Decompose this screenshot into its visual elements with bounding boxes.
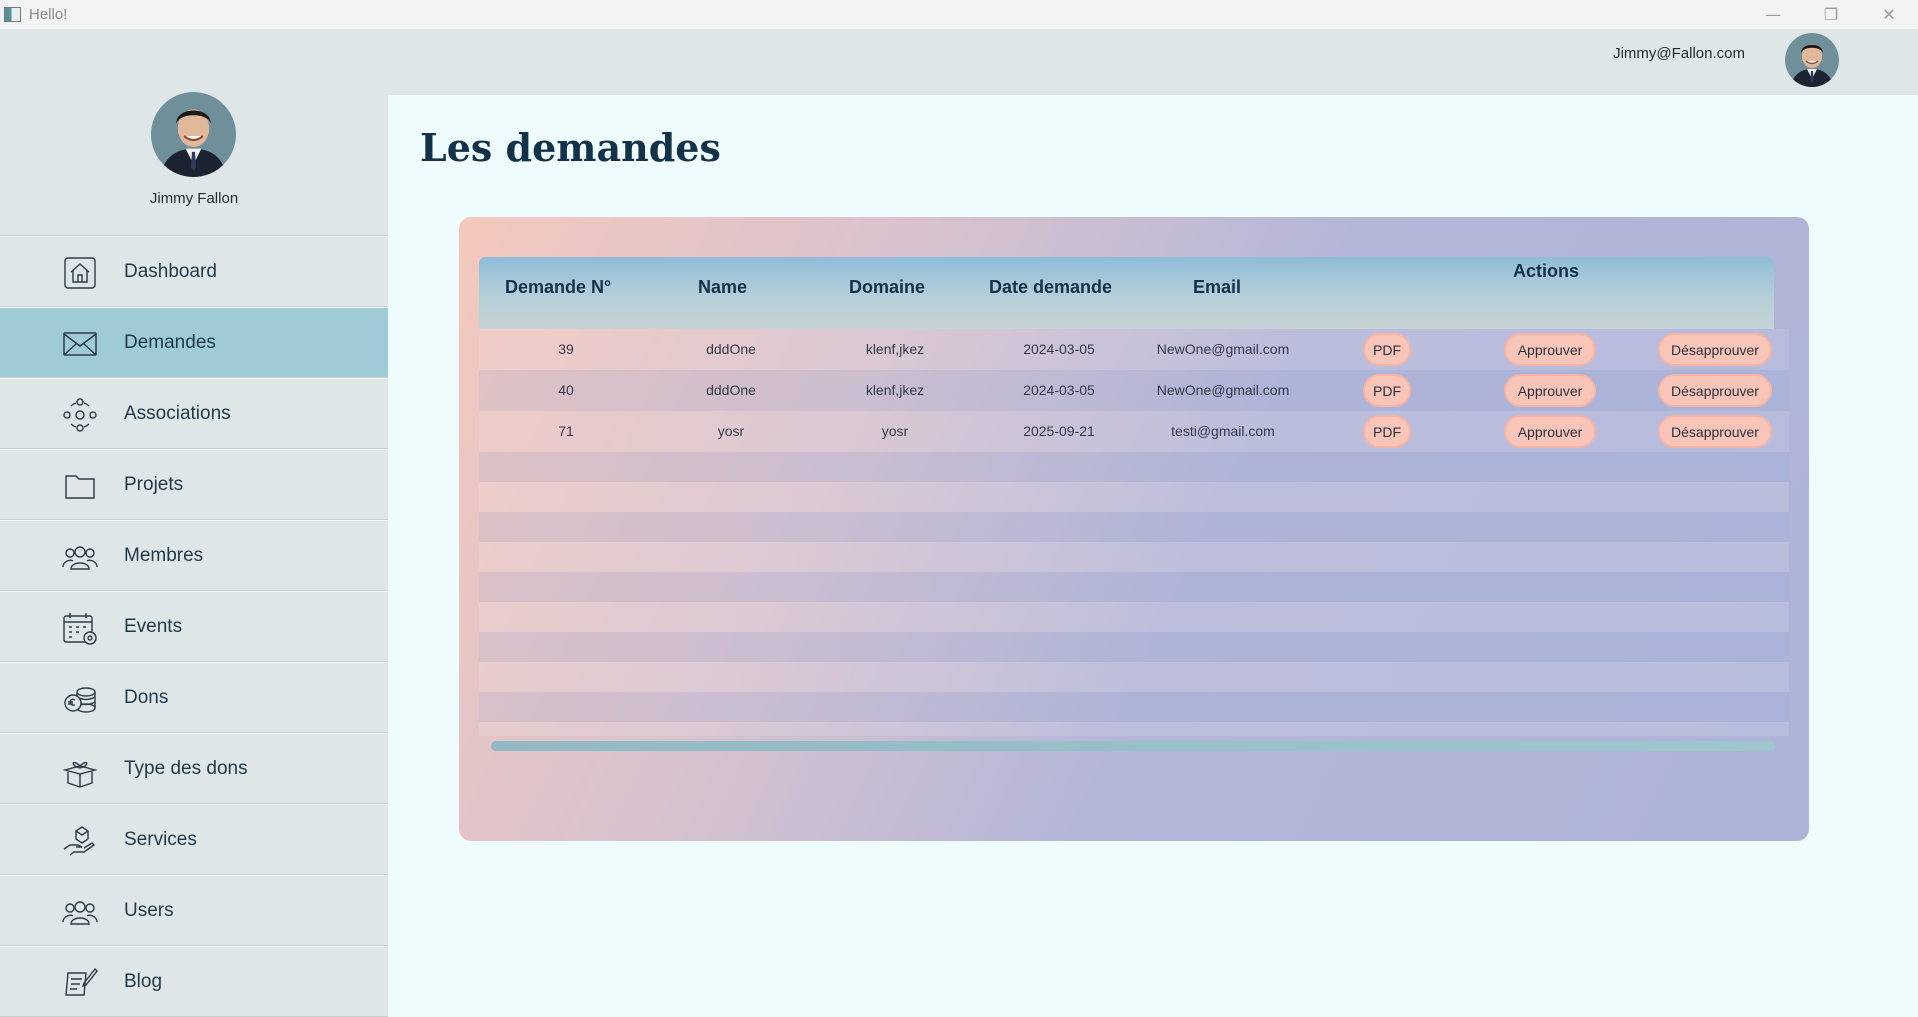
home-icon	[62, 255, 98, 291]
column-header-domain: Domaine	[849, 277, 926, 297]
sidebar-item-type-des-dons[interactable]: Type des dons	[0, 733, 388, 804]
sidebar-item-blog[interactable]: Blog	[0, 946, 388, 1017]
cell-name: dddOne	[706, 341, 756, 357]
profile-section: Jimmy Fallon	[0, 92, 388, 236]
main-content: Les demandes Demande N° Name Domaine Dat…	[388, 95, 1918, 1017]
coins-icon	[62, 681, 98, 717]
folder-icon	[62, 468, 98, 504]
empty-row	[479, 452, 1789, 482]
sidebar-item-membres[interactable]: Membres	[0, 520, 388, 591]
close-icon[interactable]: ✕	[1860, 0, 1918, 29]
cell-number: 71	[558, 423, 574, 439]
calendar-icon	[62, 610, 98, 646]
cell-domain: klenf,jkez	[865, 382, 925, 398]
minimize-icon[interactable]: —	[1744, 0, 1802, 29]
cell-number: 39	[558, 341, 574, 357]
sidebar-item-label: Events	[124, 615, 183, 637]
empty-row	[479, 572, 1789, 602]
column-header-name: Name	[698, 277, 748, 297]
user-email: Jimmy@Fallon.com	[1613, 45, 1745, 62]
page-title: Les demandes	[420, 125, 721, 170]
table-row: 40 dddOne klenf,jkez 2024-03-05 NewOne@g…	[479, 370, 1789, 411]
reject-button[interactable]: Désapprouver	[1658, 415, 1772, 448]
avatar[interactable]	[1785, 33, 1839, 87]
table-header: Demande N° Name Domaine Date demande Ema…	[479, 257, 1774, 329]
sidebar-item-services[interactable]: Services	[0, 804, 388, 875]
cell-email: NewOne@gmail.com	[1156, 382, 1290, 398]
cell-domain: yosr	[881, 423, 909, 439]
app-icon	[4, 7, 21, 22]
empty-row	[479, 512, 1789, 542]
window-title: Hello!	[29, 6, 68, 23]
sidebar-item-users[interactable]: Users	[0, 875, 388, 946]
sidebar-item-label: Associations	[124, 402, 231, 424]
cell-domain: klenf,jkez	[865, 341, 925, 357]
blog-icon	[62, 965, 98, 1001]
sidebar-item-label: Services	[124, 828, 197, 850]
hand-service-icon	[62, 823, 98, 859]
cell-date: 2025-09-21	[1023, 423, 1095, 439]
sidebar-item-label: Demandes	[124, 331, 216, 353]
cell-name: yosr	[717, 423, 745, 439]
group-icon	[62, 539, 98, 575]
cell-date: 2024-03-05	[1023, 341, 1095, 357]
sidebar-item-label: Dons	[124, 686, 169, 708]
sidebar-item-projets[interactable]: Projets	[0, 449, 388, 520]
pdf-button[interactable]: PDF	[1363, 374, 1411, 407]
empty-row	[479, 662, 1789, 692]
approve-button[interactable]: Approuver	[1504, 415, 1596, 448]
window-titlebar: Hello! — ❐ ✕	[0, 0, 1918, 29]
column-header-date: Date demande	[989, 277, 1113, 297]
pdf-button[interactable]: PDF	[1363, 415, 1411, 448]
restore-icon[interactable]: ❐	[1802, 0, 1860, 29]
network-icon	[62, 397, 98, 433]
sidebar: Jimmy Fallon Dashboard Demandes Associat…	[0, 92, 388, 1017]
column-header-email: Email	[1193, 277, 1242, 297]
sidebar-item-label: Type des dons	[124, 757, 248, 779]
column-header-actions: Actions	[1513, 261, 1580, 281]
empty-row	[479, 722, 1789, 736]
cell-number: 40	[558, 382, 574, 398]
mail-icon	[62, 326, 98, 362]
reject-button[interactable]: Désapprouver	[1658, 333, 1772, 366]
table-row: 71 yosr yosr 2025-09-21 testi@gmail.com …	[479, 411, 1789, 452]
sidebar-item-label: Users	[124, 899, 174, 921]
cell-email: NewOne@gmail.com	[1156, 341, 1290, 357]
top-header: Jimmy@Fallon.com	[0, 29, 1918, 95]
table-row: 39 dddOne klenf,jkez 2024-03-05 NewOne@g…	[479, 329, 1789, 370]
cell-name: dddOne	[706, 382, 756, 398]
users-icon	[62, 894, 98, 930]
sidebar-item-label: Dashboard	[124, 260, 217, 282]
sidebar-item-label: Blog	[124, 970, 163, 992]
pdf-button[interactable]: PDF	[1363, 333, 1411, 366]
sidebar-item-dons[interactable]: Dons	[0, 662, 388, 733]
empty-row	[479, 542, 1789, 572]
horizontal-scrollbar[interactable]	[491, 741, 1775, 751]
empty-row	[479, 632, 1789, 662]
reject-button[interactable]: Désapprouver	[1658, 374, 1772, 407]
sidebar-item-demandes[interactable]: Demandes	[0, 307, 388, 378]
sidebar-item-label: Projets	[124, 473, 184, 495]
profile-avatar	[151, 92, 236, 177]
column-header-number: Demande N°	[505, 277, 612, 297]
gift-box-icon	[62, 752, 98, 788]
sidebar-item-label: Membres	[124, 544, 204, 566]
empty-row	[479, 602, 1789, 632]
sidebar-item-events[interactable]: Events	[0, 591, 388, 662]
approve-button[interactable]: Approuver	[1504, 374, 1596, 407]
requests-table-card: Demande N° Name Domaine Date demande Ema…	[459, 217, 1809, 841]
empty-row	[479, 692, 1789, 722]
sidebar-item-dashboard[interactable]: Dashboard	[0, 236, 388, 307]
window-controls: — ❐ ✕	[1744, 0, 1918, 29]
empty-row	[479, 482, 1789, 512]
sidebar-item-associations[interactable]: Associations	[0, 378, 388, 449]
cell-email: testi@gmail.com	[1171, 423, 1275, 439]
approve-button[interactable]: Approuver	[1504, 333, 1596, 366]
cell-date: 2024-03-05	[1023, 382, 1095, 398]
profile-name: Jimmy Fallon	[149, 190, 239, 207]
